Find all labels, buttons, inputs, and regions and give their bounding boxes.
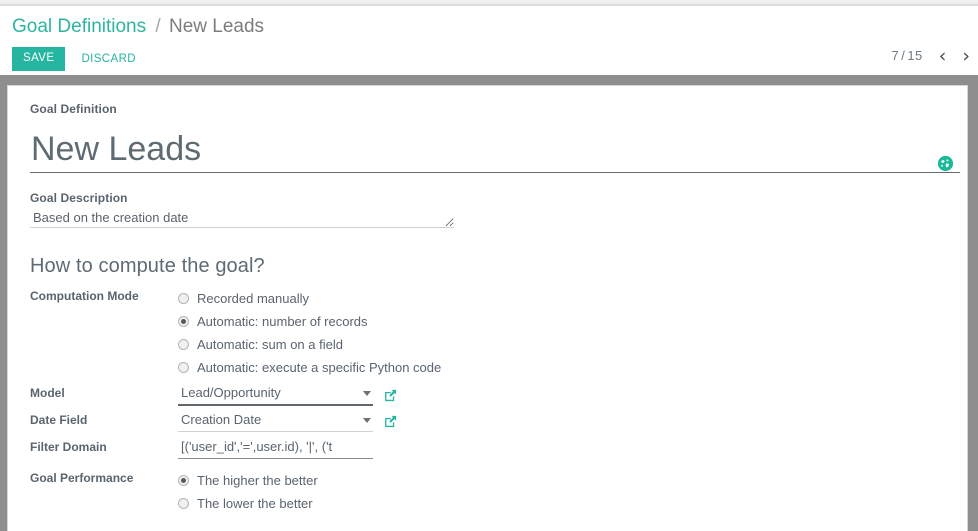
- radio-label: Recorded manually: [197, 290, 310, 306]
- goal-description-label: Goal Description: [30, 191, 128, 205]
- goal-form-table: Computation Mode Recorded manually Autom…: [30, 287, 578, 515]
- radio-option-automatic-sum[interactable]: Automatic: sum on a field: [178, 333, 578, 356]
- computation-mode-radio-group[interactable]: Recorded manually Automatic: number of r…: [178, 287, 578, 379]
- record-pager: 7/15 ‹ ›: [891, 47, 970, 66]
- pager-current: 7: [891, 48, 900, 63]
- model-value: Lead/Opportunity: [181, 385, 281, 400]
- radio-button[interactable]: [178, 362, 189, 373]
- radio-option-lower-better[interactable]: The lower the better: [178, 492, 578, 515]
- form-view-background: Goal Definition Goal Description How to …: [0, 75, 978, 531]
- breadcrumb: Goal Definitions / New Leads: [12, 14, 264, 40]
- model-label: Model: [30, 386, 65, 400]
- radio-label: Automatic: sum on a field: [197, 336, 343, 352]
- field-row-model: Model Lead/Opportunity: [30, 384, 578, 411]
- radio-label: The lower the better: [197, 495, 313, 511]
- breadcrumb-current: New Leads: [168, 16, 265, 37]
- pager-counter[interactable]: 7/15: [891, 48, 922, 64]
- field-row-date-field: Date Field Creation Date: [30, 411, 578, 438]
- form-sheet: Goal Definition Goal Description How to …: [7, 85, 968, 531]
- field-row-goal-performance: Goal Performance The higher the better T…: [30, 465, 578, 515]
- radio-label: The higher the better: [197, 472, 318, 488]
- control-panel: Goal Definitions / New Leads SAVE DISCAR…: [0, 6, 978, 75]
- radio-label: Automatic: number of records: [197, 313, 368, 329]
- breadcrumb-parent-link[interactable]: Goal Definitions: [12, 16, 146, 37]
- pager-previous-icon[interactable]: ‹: [939, 47, 947, 66]
- goal-performance-label: Goal Performance: [30, 471, 134, 485]
- goal-description-textarea[interactable]: [30, 209, 454, 228]
- save-button[interactable]: SAVE: [12, 47, 66, 71]
- radio-button[interactable]: [178, 475, 189, 486]
- radio-label: Automatic: execute a specific Python cod…: [197, 359, 442, 375]
- goal-definition-label: Goal Definition: [30, 102, 117, 116]
- radio-option-higher-better[interactable]: The higher the better: [178, 469, 578, 492]
- chevron-down-icon[interactable]: [363, 390, 371, 396]
- title-row: [30, 128, 960, 173]
- radio-button[interactable]: [178, 293, 189, 304]
- model-select[interactable]: Lead/Opportunity: [178, 384, 373, 406]
- radio-option-recorded-manually[interactable]: Recorded manually: [178, 287, 578, 310]
- date-field-label: Date Field: [30, 413, 88, 427]
- external-link-icon[interactable]: [384, 389, 397, 402]
- radio-button[interactable]: [178, 339, 189, 350]
- chevron-down-icon[interactable]: [363, 417, 371, 423]
- pager-total: 15: [907, 48, 923, 63]
- filter-domain-input[interactable]: [('user_id','=',user.id), '|', ('t: [178, 438, 373, 459]
- date-field-value: Creation Date: [181, 412, 262, 427]
- filter-domain-label: Filter Domain: [30, 440, 107, 454]
- radio-option-automatic-count[interactable]: Automatic: number of records: [178, 310, 578, 333]
- section-title-compute-goal: How to compute the goal?: [30, 255, 265, 277]
- discard-button[interactable]: DISCARD: [81, 53, 136, 66]
- radio-button[interactable]: [178, 316, 189, 327]
- computation-mode-label: Computation Mode: [30, 289, 139, 303]
- goal-definition-name-input[interactable]: [30, 128, 960, 173]
- external-link-icon[interactable]: [384, 415, 397, 428]
- radio-button[interactable]: [178, 498, 189, 509]
- description-block: Goal Description: [30, 191, 945, 228]
- radio-option-automatic-python[interactable]: Automatic: execute a specific Python cod…: [178, 356, 578, 379]
- goal-performance-radio-group[interactable]: The higher the better The lower the bett…: [178, 469, 578, 515]
- field-row-filter-domain: Filter Domain [('user_id','=',user.id), …: [30, 438, 578, 465]
- control-panel-buttons: SAVE DISCARD: [12, 47, 136, 71]
- breadcrumb-separator: /: [155, 16, 161, 37]
- date-field-select[interactable]: Creation Date: [178, 411, 373, 432]
- pager-next-icon[interactable]: ›: [962, 47, 970, 66]
- pager-separator: /: [901, 48, 906, 63]
- field-row-computation-mode: Computation Mode Recorded manually Autom…: [30, 287, 578, 384]
